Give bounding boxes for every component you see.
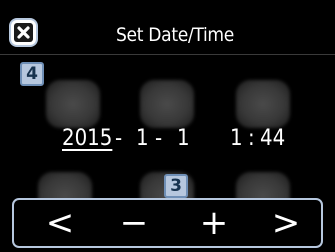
date-separator: - bbox=[115, 126, 123, 151]
background-tile bbox=[236, 80, 290, 128]
callout-label-close: 4 bbox=[20, 62, 44, 86]
minute-field[interactable]: 44 bbox=[260, 126, 285, 151]
month-field[interactable]: 1 bbox=[136, 126, 149, 151]
background-tile bbox=[140, 80, 194, 128]
increment-button[interactable]: + bbox=[182, 200, 246, 246]
date-time-display: 2015 - 1 - 1 1 : 44 bbox=[0, 122, 335, 156]
title-bar: Set Date/Time bbox=[0, 0, 335, 55]
previous-field-button[interactable]: < bbox=[28, 200, 92, 246]
next-field-button[interactable]: > bbox=[254, 200, 318, 246]
time-separator: : bbox=[248, 126, 255, 151]
set-date-time-screen: Set Date/Time 4 2015 - 1 - 1 1 : 44 3 < … bbox=[0, 0, 335, 252]
close-icon bbox=[14, 23, 33, 42]
close-button[interactable] bbox=[11, 20, 36, 45]
hour-field[interactable]: 1 bbox=[230, 126, 243, 151]
background-tile bbox=[46, 80, 100, 128]
year-field[interactable]: 2015 bbox=[62, 126, 112, 151]
decrement-button[interactable]: − bbox=[102, 200, 166, 246]
control-bar: < − + > bbox=[12, 198, 323, 248]
date-separator: - bbox=[155, 126, 163, 151]
day-field[interactable]: 1 bbox=[177, 126, 190, 151]
screen-title: Set Date/Time bbox=[116, 24, 234, 46]
callout-label-controls: 3 bbox=[164, 174, 188, 198]
